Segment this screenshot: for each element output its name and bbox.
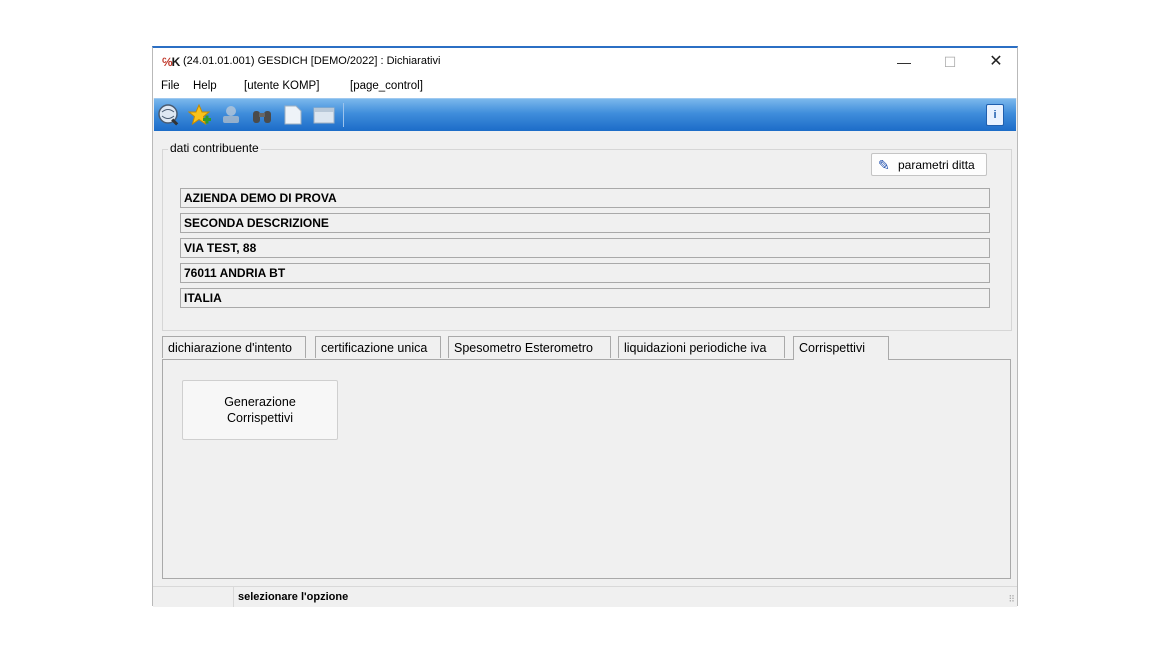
title-bar: ℅K (24.01.01.001) GESDICH [DEMO/2022] : … xyxy=(153,48,1017,76)
toolbar: i xyxy=(154,98,1016,131)
params-button-label: parametri ditta xyxy=(898,158,975,172)
contributor-group: dati contribuente ✎ parametri ditta AZIE… xyxy=(162,141,1012,331)
params-button[interactable]: ✎ parametri ditta xyxy=(871,153,987,176)
maximize-button[interactable]: ☐ xyxy=(927,48,973,76)
tab-strip: dichiarazione d'intento certificazione u… xyxy=(162,336,1010,360)
country-field: ITALIA xyxy=(180,288,990,308)
group-legend: dati contribuente xyxy=(168,141,261,155)
menu-help[interactable]: Help xyxy=(193,80,217,92)
globe-search-icon[interactable] xyxy=(156,103,182,127)
window-title: (24.01.01.001) GESDICH [DEMO/2022] : Dic… xyxy=(183,55,441,67)
company-name-field: AZIENDA DEMO DI PROVA xyxy=(180,188,990,208)
tab-corrispettivi[interactable]: Corrispettivi xyxy=(793,336,889,360)
tab-liquidazioni-periodiche[interactable]: liquidazioni periodiche iva xyxy=(618,336,785,358)
city-field: 76011 ANDRIA BT xyxy=(180,263,990,283)
toolbar-separator xyxy=(343,103,344,127)
star-add-icon[interactable] xyxy=(187,103,213,127)
info-icon[interactable]: i xyxy=(986,104,1004,126)
generate-corrispettivi-button[interactable]: Generazione Corrispettivi xyxy=(182,380,338,440)
document-edit-icon[interactable] xyxy=(280,103,306,127)
address-field: VIA TEST, 88 xyxy=(180,238,990,258)
pen-icon: ✎ xyxy=(878,157,890,173)
main-window: ℅K (24.01.01.001) GESDICH [DEMO/2022] : … xyxy=(152,46,1018,607)
status-cell xyxy=(153,587,234,607)
app-logo-icon: ℅K xyxy=(162,55,180,69)
tab-certificazione-unica[interactable]: certificazione unica xyxy=(315,336,441,358)
menu-user[interactable]: [utente KOMP] xyxy=(244,80,319,92)
window-icon[interactable] xyxy=(311,103,337,127)
network-icon[interactable] xyxy=(218,103,244,127)
menu-file[interactable]: File xyxy=(161,80,180,92)
status-bar: selezionare l'opzione ⠿ xyxy=(153,586,1017,607)
tab-spesometro-esterometro[interactable]: Spesometro Esterometro xyxy=(448,336,611,358)
binoculars-icon[interactable] xyxy=(249,103,275,127)
resize-grip-icon[interactable]: ⠿ xyxy=(1008,594,1015,605)
menu-bar: File Help [utente KOMP] [page_control] xyxy=(153,76,1017,98)
tab-dichiarazione-intento[interactable]: dichiarazione d'intento xyxy=(162,336,306,358)
description-field: SECONDA DESCRIZIONE xyxy=(180,213,990,233)
generate-button-label: Generazione Corrispettivi xyxy=(224,395,296,425)
status-text: selezionare l'opzione xyxy=(238,591,349,603)
menu-page-control[interactable]: [page_control] xyxy=(350,80,423,92)
close-button[interactable]: ✕ xyxy=(973,48,1019,76)
minimize-button[interactable]: — xyxy=(881,48,927,76)
tab-panel: Generazione Corrispettivi xyxy=(162,359,1011,579)
